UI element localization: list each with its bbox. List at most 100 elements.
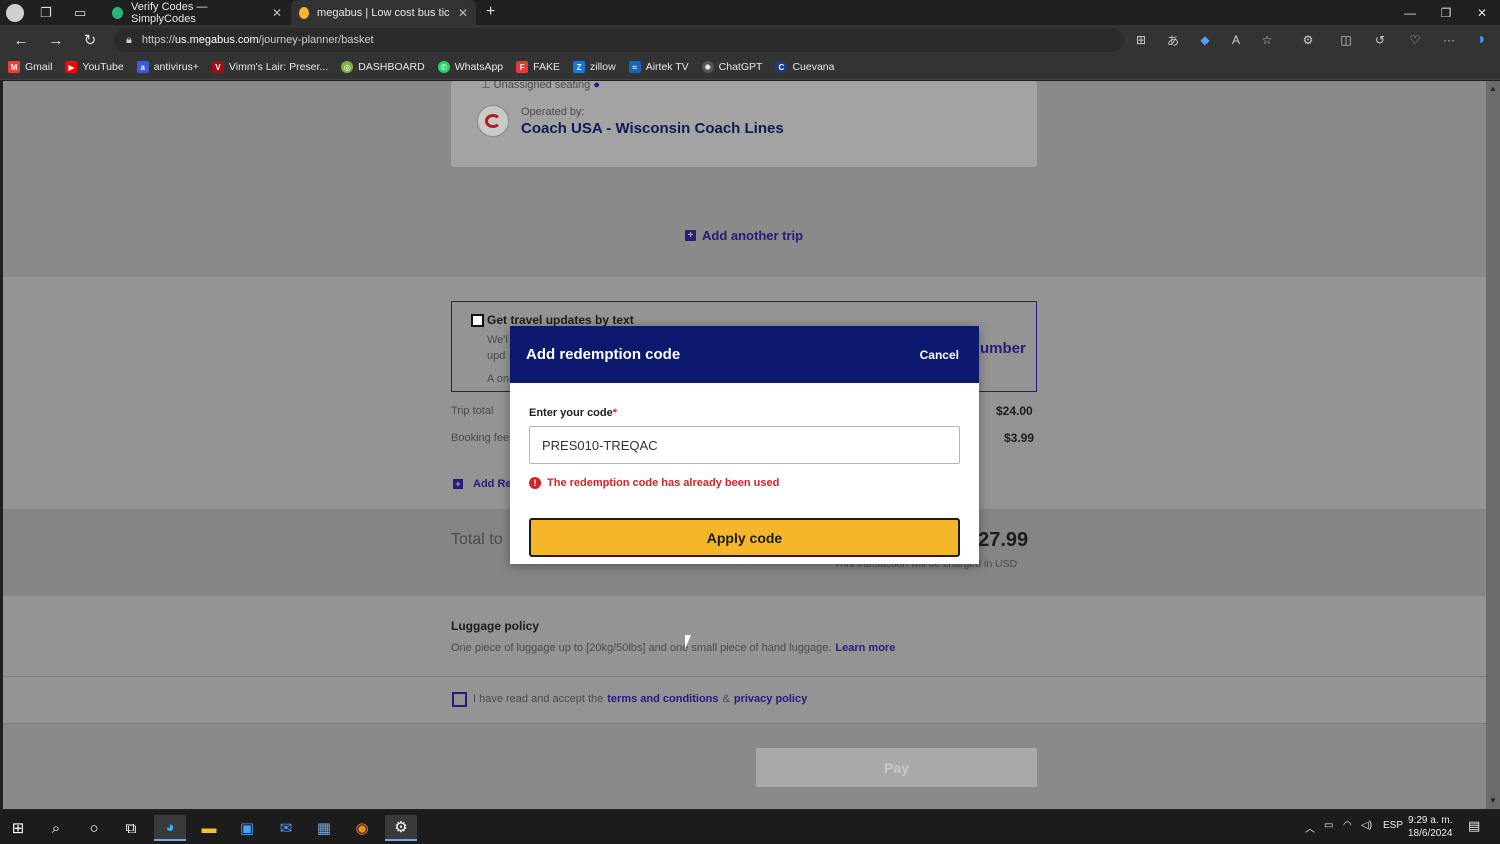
start-menu-icon[interactable]: ⊞ <box>2 815 34 841</box>
translate-icon[interactable]: あ <box>1163 30 1183 50</box>
file-explorer-icon[interactable]: ▬ <box>193 815 225 841</box>
add-phone-number-link[interactable]: umber <box>980 340 1026 357</box>
bookmark-fake[interactable]: F FAKE <box>516 61 560 73</box>
plus-icon: + <box>453 479 463 489</box>
bookmark-zillow[interactable]: Zzillow <box>573 61 616 73</box>
add-redemption-link[interactable]: + Add Re <box>453 478 512 490</box>
refresh-icon[interactable]: ↻ <box>79 29 101 51</box>
url-bar[interactable]: 🔒︎ https://us.megabus.com/journey-planne… <box>114 28 1124 52</box>
lock-icon: 🔒︎ <box>126 33 132 46</box>
settings-gear-icon[interactable]: ⚙ <box>385 815 417 841</box>
history-icon[interactable]: ↺ <box>1370 30 1390 50</box>
sms-checkbox[interactable] <box>471 314 484 327</box>
bookmark-vimms-lair[interactable]: V Vimm's Lair: Preser... <box>211 61 328 73</box>
simplycodes-favicon-icon <box>112 6 124 19</box>
volume-icon[interactable]: ◁) <box>1361 820 1372 831</box>
bookmark-antivirus[interactable]: a antivirus+ <box>136 61 199 73</box>
privacy-link[interactable]: privacy policy <box>734 693 807 705</box>
minimize-icon[interactable]: — <box>1392 0 1428 25</box>
pay-button[interactable]: Pay <box>756 748 1037 787</box>
media-player-icon[interactable]: ◉ <box>346 815 378 841</box>
wifi-icon[interactable]: ◠ <box>1343 820 1352 831</box>
info-icon[interactable]: ● <box>593 81 600 91</box>
bookmark-airtek-tv[interactable]: ≈ Airtek TV <box>628 61 689 73</box>
seat-icon: ⊥ <box>481 81 494 91</box>
scroll-up-icon[interactable]: ▲ <box>1489 84 1497 93</box>
back-icon[interactable]: ← <box>10 29 32 51</box>
show-hidden-icons-icon[interactable]: ︿ <box>1305 820 1315 835</box>
learn-more-link[interactable]: Learn more <box>835 642 895 654</box>
extensions-icon[interactable]: ⚙ <box>1298 30 1318 50</box>
meet-now-icon[interactable]: ▭ <box>1324 820 1333 831</box>
more-options-icon[interactable]: ··· <box>1439 30 1459 50</box>
microsoft-store-icon[interactable]: ▣ <box>231 815 263 841</box>
gmail-icon: M <box>8 61 20 73</box>
redemption-code-input[interactable] <box>529 426 960 464</box>
split-screen-icon[interactable]: ◫ <box>1336 30 1356 50</box>
forward-icon[interactable]: → <box>45 29 67 51</box>
bookmark-youtube[interactable]: ▶ YouTube <box>65 61 124 73</box>
clock[interactable]: 9:29 a. m. 18/6/2024 <box>1408 814 1453 840</box>
calculator-icon[interactable]: ▦ <box>308 815 340 841</box>
notifications-icon[interactable]: ▤ <box>1468 818 1480 834</box>
read-aloud-icon[interactable]: A <box>1226 30 1246 50</box>
close-tab-icon[interactable]: ✕ <box>272 6 282 20</box>
scroll-down-icon[interactable]: ▼ <box>1489 796 1497 805</box>
language-indicator[interactable]: ESP <box>1383 820 1403 831</box>
bookmarks-bar: M Gmail ▶ YouTube a antivirus+ V Vimm's Lair… <box>0 55 1500 80</box>
trip-total-value: $24.00 <box>996 404 1033 418</box>
tab-megabus[interactable]: megabus | Low cost bus tickets f ✕ <box>291 0 476 25</box>
luggage-policy-text: One piece of luggage up to [20kg/50lbs] … <box>451 642 896 654</box>
fake-icon: F <box>516 61 529 73</box>
cuevana-icon: C <box>775 61 788 73</box>
favorite-star-icon[interactable]: ☆ <box>1257 30 1277 50</box>
add-another-trip-link[interactable]: + Add another trip <box>685 228 803 243</box>
close-window-icon[interactable]: ✕ <box>1464 0 1500 25</box>
bookmark-dashboard[interactable]: ◎ DASHBOARD <box>341 61 425 73</box>
sms-description: A on <box>487 373 510 385</box>
error-message: ! The redemption code has already been u… <box>529 477 779 489</box>
edge-browser-icon[interactable]: ◕ <box>154 815 186 841</box>
bookmark-gmail[interactable]: M Gmail <box>8 61 52 73</box>
search-icon[interactable]: ⌕ <box>40 815 72 841</box>
workspaces-icon[interactable]: ❐ <box>40 5 56 21</box>
redemption-code-modal: Add redemption code Cancel Enter your co… <box>510 326 979 564</box>
cortana-icon[interactable]: ○ <box>78 815 110 841</box>
sms-title: Get travel updates by text <box>487 313 634 327</box>
coupon-extension-icon[interactable]: ◆ <box>1195 30 1215 50</box>
whatsapp-icon: ✆ <box>437 61 450 73</box>
task-view-icon[interactable]: ⧉ <box>115 815 147 841</box>
modal-title: Add redemption code <box>526 346 681 363</box>
bookmark-chatgpt[interactable]: ✺ ChatGPT <box>701 61 762 73</box>
cancel-button[interactable]: Cancel <box>920 348 959 362</box>
bookmark-cuevana[interactable]: C Cuevana <box>775 61 834 73</box>
close-tab-icon[interactable]: ✕ <box>458 6 468 20</box>
chatgpt-icon: ✺ <box>701 61 714 73</box>
profile-avatar-icon[interactable] <box>6 4 24 22</box>
terms-checkbox[interactable] <box>452 692 467 707</box>
vimms-lair-icon: V <box>211 61 224 73</box>
app-available-icon[interactable]: ⊞ <box>1131 30 1151 50</box>
new-tab-icon[interactable]: + <box>486 3 495 21</box>
page-scrollbar[interactable]: ▲ ▼ <box>1486 81 1500 809</box>
restore-icon[interactable]: ❐ <box>1428 0 1464 25</box>
operator-logo-icon <box>477 105 509 137</box>
bookmark-whatsapp[interactable]: ✆ WhatsApp <box>437 61 503 73</box>
code-field-label: Enter your code* <box>529 407 618 419</box>
zillow-icon: Z <box>573 61 586 73</box>
plus-icon: + <box>685 230 696 241</box>
mail-icon[interactable]: ✉ <box>270 815 302 841</box>
youtube-icon: ▶ <box>65 61 78 73</box>
tab-actions-icon[interactable]: ▭ <box>74 5 90 21</box>
windows-taskbar: ⊞ ⌕ ○ ⧉ ◕ ▬ ▣ ✉ ▦ ◉ ⚙ ︿ ▭ ◠ ◁) ESP 9:29 … <box>0 811 1500 844</box>
terms-link[interactable]: terms and conditions <box>607 693 718 705</box>
url-text: https://us.megabus.com/journey-planner/b… <box>141 34 374 46</box>
browser-tab-bar: ❐ ▭ Verify Codes — SimplyCodes ✕ megabus… <box>0 0 1500 25</box>
error-icon: ! <box>529 477 541 489</box>
sms-description: upd <box>487 350 506 362</box>
copilot-icon[interactable]: ◗ <box>1472 30 1492 50</box>
browser-essentials-icon[interactable]: ♡ <box>1405 30 1425 50</box>
apply-code-button[interactable]: Apply code <box>529 518 960 557</box>
tab-simplycodes[interactable]: Verify Codes — SimplyCodes ✕ <box>104 0 290 25</box>
total-label: Total to <box>451 531 503 548</box>
